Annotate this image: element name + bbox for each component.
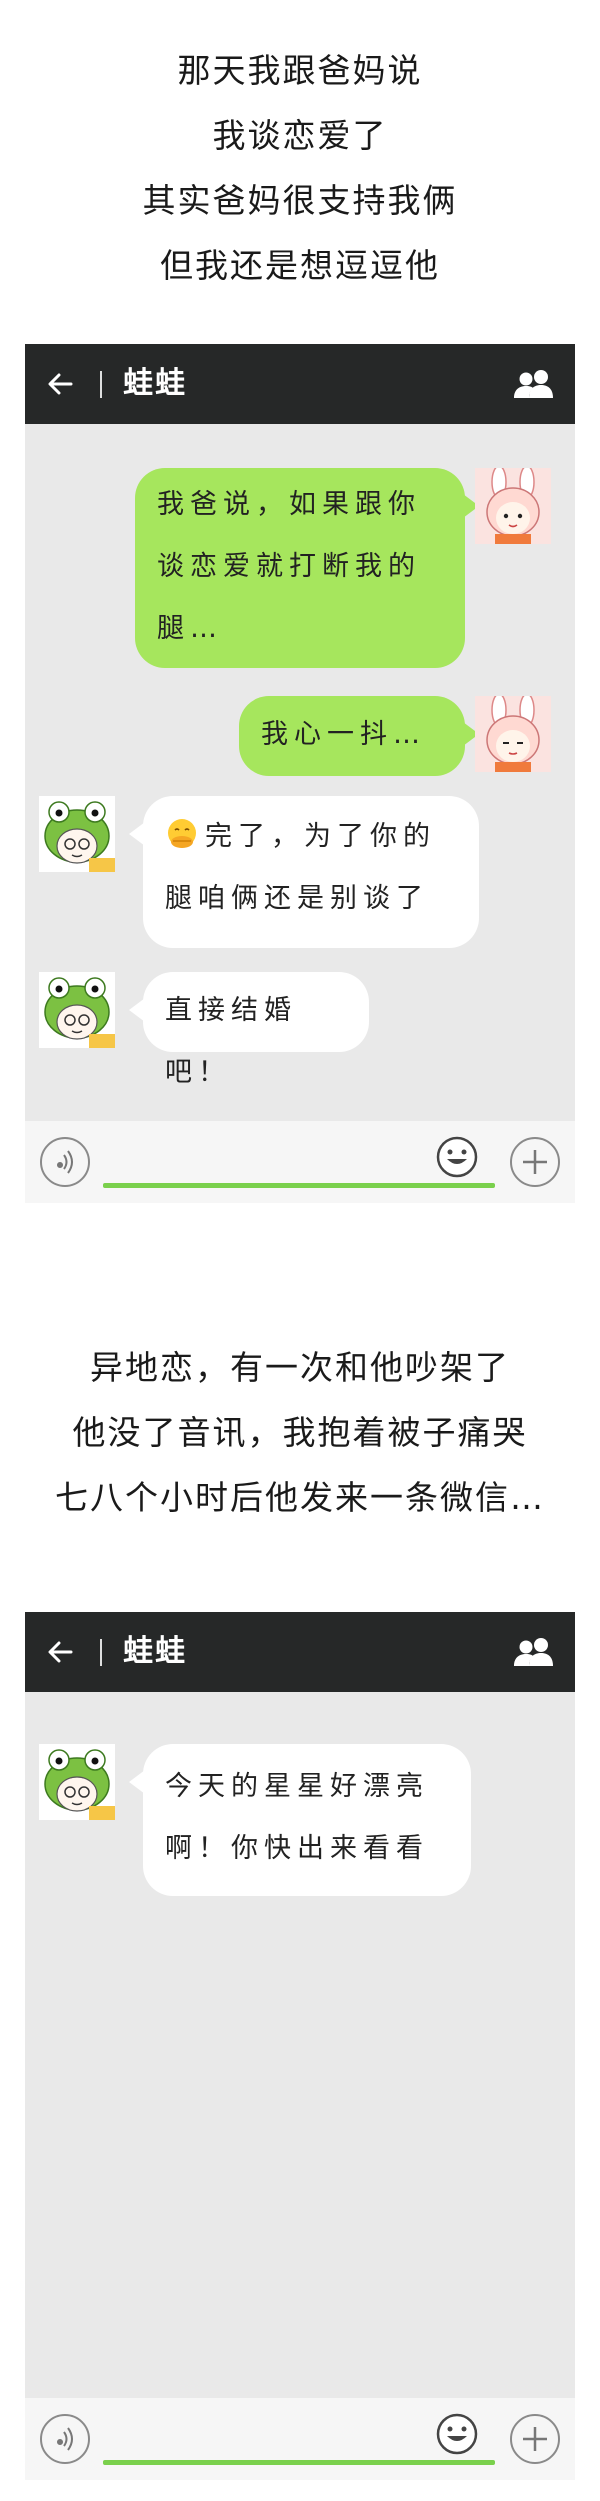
caption-line: 异地恋，有一次和他吵架了 [90, 1348, 510, 1387]
caption-top: 那天我跟爸妈说 我谈恋爱了 其实爸妈很支持我俩 但我还是想逗逗他 [0, 38, 600, 298]
contacts-icon[interactable] [511, 1636, 557, 1668]
caption-line: 那天我跟爸妈说 [177, 51, 423, 90]
avatar[interactable] [475, 696, 551, 772]
chat-header: 蛙蛙 [25, 344, 575, 424]
contacts-icon[interactable] [511, 368, 557, 400]
caption-line: 他没了音讯，我抱着被子痛哭 [72, 1413, 528, 1452]
face-with-hand-over-mouth-icon [165, 812, 199, 848]
voice-icon[interactable] [40, 2414, 90, 2464]
arrow-left-icon[interactable] [45, 364, 81, 404]
chat-title: 蛙蛙 [123, 366, 187, 401]
message-bubble-sent: 我心一抖… [239, 696, 479, 776]
text-input[interactable] [103, 1183, 495, 1188]
smile-icon[interactable] [435, 1135, 479, 1179]
message-bubble-received: 今天的星星好漂亮 啊！你快出来看看 [129, 1744, 471, 1896]
chat-title: 蛙蛙 [123, 1634, 187, 1669]
plus-icon[interactable] [510, 1137, 560, 1187]
chat-header: 蛙蛙 [25, 1612, 575, 1692]
chat-screenshot-1: 蛙蛙 我爸说，如果跟你 谈恋爱就打断我的 腿… 我心一抖… 完了，为了你的 腿咱… [25, 344, 575, 1224]
caption-line: 七八个小时后他发来一条微信… [55, 1478, 545, 1517]
voice-icon[interactable] [40, 1137, 90, 1187]
avatar[interactable] [39, 796, 115, 872]
message-bubble-received: 直接结婚吧！ [129, 972, 369, 1088]
message-text: 我心一抖… [261, 719, 426, 750]
chat-screenshot-2: 蛙蛙 今天的星星好漂亮 啊！你快出来看看 [25, 1612, 575, 2482]
chat-area: 今天的星星好漂亮 啊！你快出来看看 [25, 1692, 575, 2398]
message-text: 今天的星星好漂亮 啊！你快出来看看 [165, 1771, 429, 1864]
message-bubble-received: 完了，为了你的 腿咱俩还是别谈了 [129, 796, 479, 948]
text-input[interactable] [103, 2460, 495, 2465]
header-divider [100, 371, 102, 398]
avatar[interactable] [475, 468, 551, 544]
caption-middle: 异地恋，有一次和他吵架了 他没了音讯，我抱着被子痛哭 七八个小时后他发来一条微信… [0, 1335, 600, 1530]
message-text: 我爸说，如果跟你 谈恋爱就打断我的 腿… [157, 489, 421, 644]
input-bar [25, 1121, 575, 1203]
message-text: 完了，为了你的 腿咱俩还是别谈了 [165, 821, 436, 914]
avatar[interactable] [39, 972, 115, 1048]
message-text: 直接结婚吧！ [165, 995, 297, 1088]
plus-icon[interactable] [510, 2414, 560, 2464]
caption-line: 但我还是想逗逗他 [160, 246, 440, 285]
input-bar [25, 2398, 575, 2480]
avatar[interactable] [39, 1744, 115, 1820]
caption-line: 我谈恋爱了 [212, 116, 388, 155]
smile-icon[interactable] [435, 2412, 479, 2456]
caption-line: 其实爸妈很支持我俩 [142, 181, 458, 220]
message-bubble-sent: 我爸说，如果跟你 谈恋爱就打断我的 腿… [135, 468, 479, 668]
header-divider [100, 1639, 102, 1666]
arrow-left-icon[interactable] [45, 1632, 81, 1672]
chat-area: 我爸说，如果跟你 谈恋爱就打断我的 腿… 我心一抖… 完了，为了你的 腿咱俩还是… [25, 424, 575, 1121]
